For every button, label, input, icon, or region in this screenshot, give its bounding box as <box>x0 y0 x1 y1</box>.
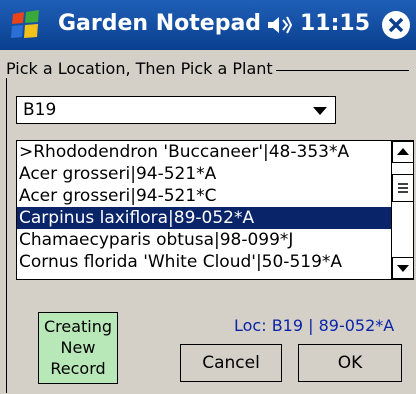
list-item[interactable]: Chamaecyparis obtusa|98-099*J <box>17 229 391 251</box>
close-icon <box>388 17 404 33</box>
status-line-3: Record <box>50 359 106 378</box>
clock[interactable]: 11:15 <box>300 11 370 36</box>
group-label: Pick a Location, Then Pick a Plant <box>6 59 276 78</box>
scroll-up-button[interactable] <box>392 141 413 163</box>
list-item[interactable]: >Rhododendron 'Buccaneer'|48-353*A <box>17 141 391 163</box>
status-line-2: New <box>60 338 96 357</box>
ok-button[interactable]: OK <box>298 344 402 382</box>
volume-icon[interactable] <box>266 14 292 36</box>
scroll-down-button[interactable] <box>392 257 413 279</box>
grip-icon <box>398 183 408 193</box>
scroll-down-icon <box>397 265 409 272</box>
location-value: B19 <box>23 100 57 120</box>
list-scrollbar[interactable] <box>391 141 413 279</box>
title-bar: Garden Notepad 11:15 <box>0 0 416 50</box>
scroll-up-icon <box>397 148 409 155</box>
app-title: Garden Notepad <box>58 11 262 36</box>
cancel-button[interactable]: Cancel <box>180 344 282 382</box>
windows-start-icon[interactable] <box>10 9 42 41</box>
scroll-thumb[interactable] <box>392 174 413 202</box>
record-status-indicator: Creating New Record <box>38 312 118 384</box>
location-combobox[interactable]: B19 <box>16 96 336 124</box>
dropdown-arrow-icon[interactable] <box>313 107 327 116</box>
list-item-selected[interactable]: Carpinus laxiflora|89-052*A <box>17 207 391 229</box>
status-line-1: Creating <box>43 317 113 336</box>
plant-listbox[interactable]: >Rhododendron 'Buccaneer'|48-353*A Acer … <box>16 140 414 280</box>
list-item[interactable]: Acer grosseri|94-521*A <box>17 163 391 185</box>
list-item[interactable]: Cornus florida 'White Cloud'|50-519*A <box>17 251 391 273</box>
close-button[interactable] <box>382 11 410 39</box>
location-readout: Loc: B19 | 89-052*A <box>234 316 395 335</box>
list-item[interactable]: Acer grosseri|94-521*C <box>17 185 391 207</box>
